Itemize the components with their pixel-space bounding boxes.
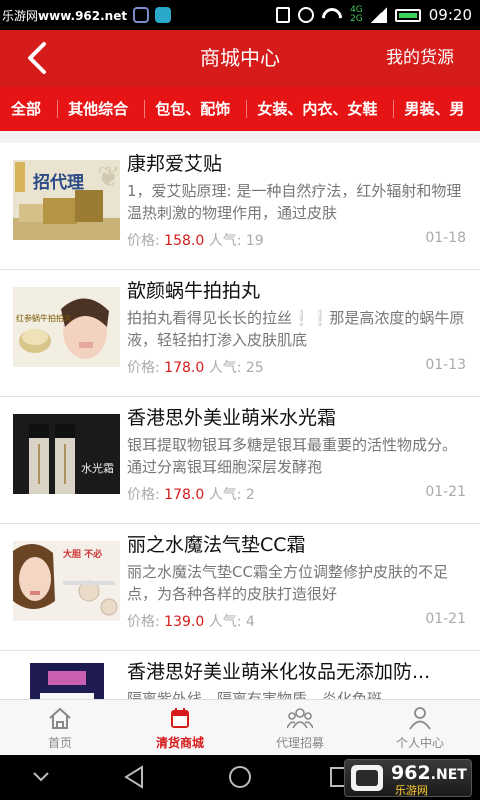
- product-list: ❦ 招代理 康邦爱艾贴 1，爱艾贴原理: 是一种自然疗法，红外辐射和物理温热刺激…: [0, 143, 480, 699]
- popularity-label: 人气:: [208, 360, 242, 376]
- product-description: 1，爱艾贴原理: 是一种自然疗法，红外辐射和物理温热刺激的物理作用，通过皮肤: [127, 182, 462, 222]
- system-nav-bar: 962.NET 乐游网: [0, 755, 480, 800]
- product-title: 丽之水魔法气垫CC霜: [127, 534, 306, 556]
- product-date: 01-21: [425, 484, 466, 500]
- tab-clearance-mall[interactable]: 清货商城: [120, 700, 240, 756]
- product-thumbnail: 大胆 不必: [13, 541, 120, 621]
- app-header: 商城中心 我的货源: [0, 30, 480, 87]
- category-tab-bags[interactable]: 包包、配饰: [144, 87, 241, 131]
- group-icon: [287, 708, 313, 729]
- product-title: 香港思好美业萌米化妆品无添加防...: [127, 661, 431, 683]
- popularity-label: 人气:: [208, 614, 242, 630]
- product-price: 139.0: [164, 614, 205, 630]
- price-label: 价格:: [127, 614, 160, 630]
- tab-profile-label: 个人中心: [395, 736, 444, 750]
- product-meta: 价格: 178.0 人气: 25: [127, 357, 264, 377]
- product-price: 178.0: [164, 487, 205, 503]
- product-description: 银耳提取物银耳多糖是银耳最重要的活性物成分。通过分离银耳细胞深层发酵孢: [127, 436, 458, 476]
- product-title: 歆颜蜗牛拍拍丸: [127, 280, 261, 302]
- category-bar: 全部 其他综合 包包、配饰 女装、内衣、女鞋 男装、男: [0, 87, 480, 131]
- product-description: 隔离紫外线，隔离有害物质，炎化色斑，: [127, 690, 398, 699]
- product-meta: 价格: 178.0 人气: 2: [127, 484, 255, 504]
- notification-app-icon: [133, 7, 150, 23]
- tab-agent-recruit-label: 代理招募: [275, 736, 324, 750]
- tab-agent-recruit[interactable]: 代理招募: [240, 700, 360, 756]
- watermark-logo-icon: [351, 765, 383, 791]
- svg-text:❦: ❦: [97, 160, 120, 193]
- product-date: 01-13: [425, 357, 466, 373]
- site-watermark: 962.NET 乐游网: [344, 759, 472, 797]
- category-tab-other[interactable]: 其他综合: [57, 87, 139, 131]
- product-title: 康邦爱艾贴: [127, 153, 223, 175]
- popularity-label: 人气:: [208, 233, 242, 249]
- network-type: 4G 2G: [350, 5, 363, 24]
- category-tab-men[interactable]: 男装、男: [393, 87, 475, 131]
- thumb-text: 红参蜗牛拍拍丸: [16, 314, 72, 323]
- signal-icon: [370, 7, 387, 23]
- price-label: 价格:: [127, 233, 160, 249]
- nav-home-icon[interactable]: [226, 763, 254, 791]
- battery-icon: [394, 8, 421, 22]
- product-date: 01-21: [425, 611, 466, 627]
- home-icon: [49, 707, 71, 729]
- category-tab-women[interactable]: 女装、内衣、女鞋: [246, 87, 388, 131]
- product-item[interactable]: 大胆 不必 丽之水魔法气垫CC霜 丽之水魔法气垫CC霜全方位调整修护皮肤的不足点…: [0, 524, 480, 651]
- category-tab-all[interactable]: 全部: [0, 87, 52, 131]
- watermark-text: 乐游网: [395, 784, 428, 797]
- tab-home-label: 首页: [47, 736, 72, 750]
- thumb-text: 招代理: [33, 173, 84, 193]
- product-popularity: 4: [245, 614, 255, 630]
- nav-down-icon[interactable]: [30, 763, 52, 791]
- product-thumbnail: 红参蜗牛拍拍丸: [13, 287, 120, 367]
- product-description: 丽之水魔法气垫CC霜全方位调整修护皮肤的不足点，为各种各样的皮肤打造很好: [127, 563, 448, 603]
- product-title: 香港思外美业萌米水光霜: [127, 407, 337, 429]
- watermark-number: 962.NET: [391, 762, 467, 784]
- tab-profile[interactable]: 个人中心: [360, 700, 480, 756]
- tab-home[interactable]: 首页: [0, 700, 120, 756]
- product-item[interactable]: 香港思好美业萌米化妆品无添加防... 隔离紫外线，隔离有害物质，炎化色斑，: [0, 651, 480, 699]
- nav-back-icon[interactable]: [122, 763, 146, 791]
- product-price: 158.0: [164, 233, 205, 249]
- product-item[interactable]: ❦ 招代理 康邦爱艾贴 1，爱艾贴原理: 是一种自然疗法，红外辐射和物理温热刺激…: [0, 143, 480, 270]
- product-meta: 价格: 139.0 人气: 4: [127, 611, 255, 631]
- product-meta: 价格: 158.0 人气: 19: [127, 230, 264, 250]
- product-thumbnail: ❦ 招代理: [13, 160, 120, 240]
- status-watermark: 乐游网www.962.net: [2, 8, 128, 23]
- product-thumbnail: 水光霜: [13, 414, 120, 494]
- thumb-text: 大胆 不必: [63, 550, 103, 560]
- product-thumbnail: [30, 663, 104, 699]
- product-popularity: 19: [245, 233, 264, 249]
- person-icon: [409, 707, 431, 730]
- my-supply-link[interactable]: 我的货源: [386, 30, 454, 87]
- product-item[interactable]: 水光霜 香港思外美业萌米水光霜 银耳提取物银耳多糖是银耳最重要的活性物成分。通过…: [0, 397, 480, 524]
- shop-icon: [171, 708, 189, 728]
- price-label: 价格:: [127, 360, 160, 376]
- product-description: 拍拍丸看得见长长的拉丝❕❕那是高浓度的蜗牛原液，轻轻拍打渗入皮肤肌底: [127, 309, 465, 349]
- product-popularity: 2: [245, 487, 255, 503]
- product-price: 178.0: [164, 360, 205, 376]
- thumb-text: 水光霜: [81, 462, 114, 475]
- product-date: 01-18: [425, 230, 466, 246]
- vibrate-icon: [276, 7, 291, 23]
- tab-clearance-mall-label: 清货商城: [155, 736, 204, 750]
- notification-app2-icon: [155, 7, 172, 23]
- wifi-icon: [322, 8, 342, 22]
- popularity-label: 人气:: [208, 487, 242, 503]
- status-time: 09:20: [428, 6, 472, 24]
- product-item[interactable]: 红参蜗牛拍拍丸 歆颜蜗牛拍拍丸 拍拍丸看得见长长的拉丝❕❕那是高浓度的蜗牛原液，…: [0, 270, 480, 397]
- alarm-icon: [298, 7, 315, 23]
- price-label: 价格:: [127, 487, 160, 503]
- bottom-tab-bar: 首页 清货商城 代理招募 个人中心: [0, 699, 480, 756]
- status-bar: 乐游网www.962.net 4G 2G 09:20: [0, 0, 480, 30]
- product-popularity: 25: [245, 360, 264, 376]
